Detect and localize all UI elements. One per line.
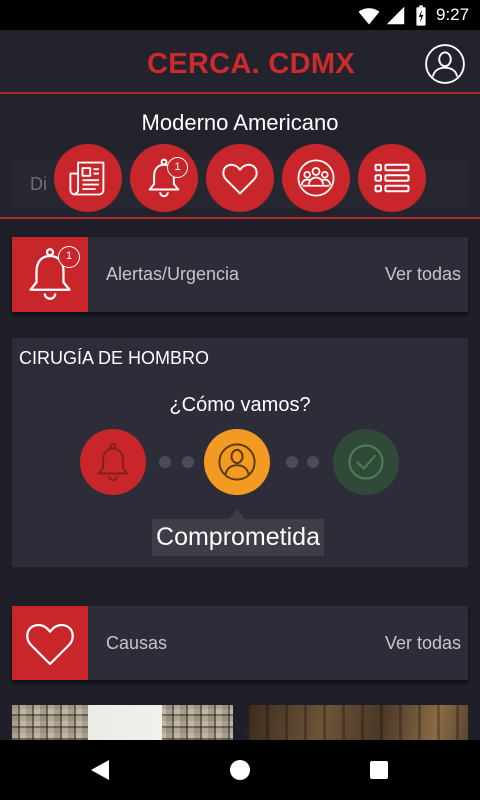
alerts-icon-box: 1 <box>12 237 88 312</box>
causes-see-all-link[interactable]: Ver todas <box>385 606 461 680</box>
cause-image[interactable] <box>12 705 233 745</box>
back-icon[interactable] <box>80 750 120 790</box>
status-tooltip-pointer <box>229 509 245 519</box>
home-icon[interactable] <box>220 750 260 790</box>
community-icon <box>297 159 335 197</box>
recents-icon[interactable] <box>359 750 399 790</box>
step-connector-dot <box>159 456 171 468</box>
step-connector-dot <box>307 456 319 468</box>
step-committed <box>204 429 270 495</box>
bell-icon <box>97 442 129 482</box>
newspaper-icon <box>69 161 105 196</box>
list-icon <box>374 163 410 193</box>
alerts-badge: 1 <box>167 157 188 178</box>
battery-charging-icon <box>416 5 426 26</box>
step-completed <box>333 429 399 495</box>
wifi-icon <box>358 8 380 25</box>
alerts-label: Alertas/Urgencia <box>106 264 240 284</box>
causes-row[interactable]: Causas Ver todas <box>12 606 468 680</box>
progress-card: CIRUGÍA DE HOMBRO ¿Cómo vamos? Compromet… <box>12 338 468 567</box>
quick-action-favorites[interactable] <box>206 144 274 212</box>
alerts-see-all-link[interactable]: Ver todas <box>385 237 461 312</box>
step-connector-dot <box>286 456 298 468</box>
signal-icon <box>386 6 405 25</box>
person-circle-icon <box>218 443 256 481</box>
status-time: 9:27 <box>436 5 470 24</box>
location-name: Moderno Americano <box>141 110 339 135</box>
heart-icon <box>222 163 258 195</box>
section-divider <box>0 217 480 219</box>
step-alert <box>80 429 146 495</box>
status-tooltip: Comprometida <box>152 519 324 556</box>
quick-action-list[interactable] <box>358 144 426 212</box>
heart-icon <box>26 623 74 666</box>
search-hint: Di <box>30 174 47 194</box>
quick-action-news[interactable] <box>54 144 122 212</box>
causes-icon-box <box>12 606 88 680</box>
causes-label: Causas <box>106 632 168 653</box>
quick-action-alerts[interactable]: 1 <box>130 144 198 212</box>
progress-question: ¿Cómo vamos? <box>169 394 311 416</box>
check-circle-icon <box>348 444 384 480</box>
app-title: CERCA. CDMX <box>147 48 355 80</box>
procedure-title: CIRUGÍA DE HOMBRO <box>19 348 210 368</box>
alerts-row[interactable]: 1 Alertas/Urgencia Ver todas <box>12 237 468 312</box>
status-bar: 9:27 <box>0 0 480 30</box>
alerts-count-badge: 1 <box>58 246 80 268</box>
cause-image[interactable] <box>247 705 468 745</box>
step-connector-dot <box>182 456 194 468</box>
quick-action-community[interactable] <box>282 144 350 212</box>
user-circle-icon[interactable] <box>424 43 466 85</box>
header-divider <box>0 92 480 94</box>
